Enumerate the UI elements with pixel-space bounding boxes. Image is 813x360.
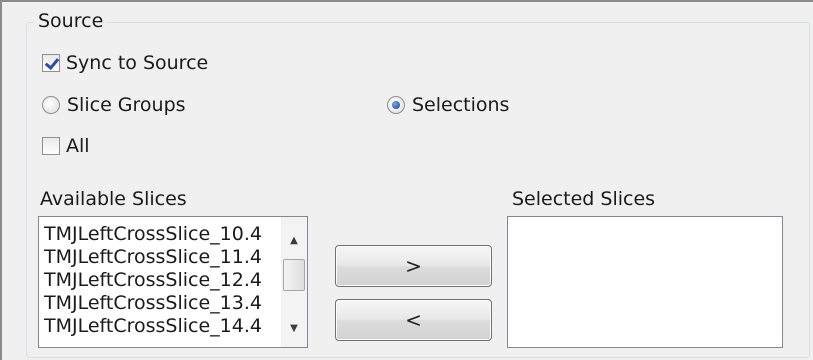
sync-to-source-label: Sync to Source: [66, 52, 209, 74]
list-item[interactable]: TMJLeftCrossSlice_14.4: [39, 315, 279, 338]
radio-selected-icon[interactable]: [387, 96, 405, 114]
selected-slices-label: Selected Slices: [512, 188, 656, 210]
scroll-down-arrow-icon[interactable]: ▼: [281, 317, 307, 339]
selected-slices-listbox[interactable]: [507, 216, 783, 348]
list-item[interactable]: TMJLeftCrossSlice_12.4: [39, 269, 279, 292]
selections-radio[interactable]: Selections: [387, 94, 509, 116]
list-item[interactable]: TMJLeftCrossSlice_11.4: [39, 246, 279, 269]
add-slice-button[interactable]: >: [335, 245, 492, 287]
slice-groups-label: Slice Groups: [67, 94, 186, 116]
slice-groups-radio[interactable]: Slice Groups: [42, 94, 186, 116]
available-slices-listbox[interactable]: TMJLeftCrossSlice_10.4 TMJLeftCrossSlice…: [38, 216, 308, 348]
available-slices-items: TMJLeftCrossSlice_10.4 TMJLeftCrossSlice…: [39, 217, 284, 338]
remove-slice-button[interactable]: <: [335, 299, 492, 341]
source-groupbox-title: Source: [34, 10, 108, 32]
dialog-panel: Source Sync to Source Slice Groups Selec…: [0, 0, 813, 360]
list-item[interactable]: TMJLeftCrossSlice_13.4: [39, 292, 279, 315]
checkbox-unchecked-icon[interactable]: [42, 137, 60, 155]
radio-unselected-icon[interactable]: [42, 96, 60, 114]
scroll-up-arrow-icon[interactable]: ▲: [281, 229, 307, 251]
selections-label: Selections: [412, 94, 510, 116]
scroll-thumb[interactable]: [283, 259, 305, 291]
all-label: All: [66, 135, 90, 157]
sync-to-source-checkbox[interactable]: Sync to Source: [42, 52, 208, 74]
available-slices-label: Available Slices: [40, 188, 187, 210]
checkbox-checked-icon[interactable]: [42, 54, 60, 72]
list-item[interactable]: TMJLeftCrossSlice_10.4: [39, 223, 279, 246]
vertical-scrollbar[interactable]: ▲ ▼: [281, 217, 307, 347]
all-checkbox[interactable]: All: [42, 135, 90, 157]
